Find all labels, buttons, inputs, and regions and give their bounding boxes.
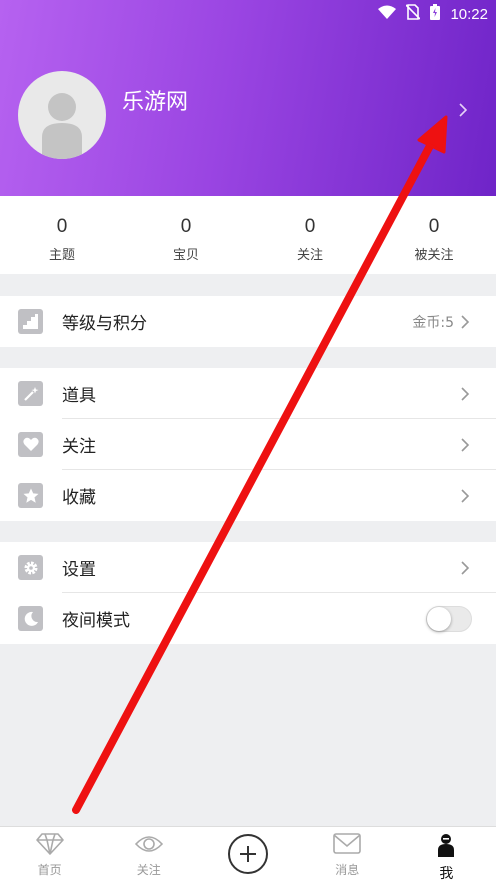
no-sim-icon	[405, 4, 422, 24]
star-icon	[18, 483, 43, 508]
menu-item-label: 收藏	[62, 488, 96, 508]
tab-messages[interactable]: 消息	[298, 827, 397, 881]
coins-value: 金币:5	[412, 314, 454, 331]
level-points-row[interactable]: 等级与积分 金币:5	[0, 296, 496, 347]
person-silhouette-icon	[42, 93, 82, 159]
tab-label: 消息	[335, 863, 360, 877]
username[interactable]: 乐游网	[122, 84, 188, 116]
chevron-right-icon[interactable]	[458, 102, 468, 122]
stat-topics[interactable]: 0 主题	[0, 196, 124, 274]
stat-value: 0	[428, 216, 440, 237]
stat-label: 主题	[48, 248, 75, 263]
menu-item-label: 道具	[62, 386, 96, 406]
battery-icon	[430, 4, 441, 24]
level-points-label: 等级与积分	[62, 314, 147, 334]
settings-group: 设置 夜间模式	[0, 542, 496, 644]
eye-icon	[134, 833, 163, 859]
heart-icon	[18, 432, 43, 457]
diamond-icon	[35, 833, 64, 859]
menu-item-favorites[interactable]: 收藏	[0, 470, 496, 521]
night-mode-toggle[interactable]	[426, 606, 472, 632]
avatar[interactable]	[18, 71, 106, 159]
stats-bar: 0 主题 0 宝贝 0 关注 0 被关注	[0, 196, 496, 274]
stat-label: 宝贝	[172, 248, 199, 263]
tab-post[interactable]	[198, 827, 297, 881]
chevron-right-icon	[460, 314, 470, 334]
moon-icon	[18, 606, 43, 631]
mail-icon	[333, 833, 362, 859]
status-time: 10:22	[450, 5, 488, 23]
tab-follow[interactable]: 关注	[99, 827, 198, 881]
chevron-right-icon	[460, 386, 470, 406]
stat-label: 关注	[296, 248, 323, 263]
bottom-tab-bar: 首页 关注 消息 我	[0, 826, 496, 881]
night-mode-row: 夜间模式	[0, 593, 496, 644]
chevron-right-icon	[460, 437, 470, 457]
tab-home[interactable]: 首页	[0, 827, 99, 881]
level-group: 等级与积分 金币:5	[0, 296, 496, 347]
tab-label: 关注	[136, 863, 161, 877]
menu-item-props[interactable]: 道具	[0, 368, 496, 419]
night-mode-label: 夜间模式	[62, 611, 130, 631]
gear-icon	[18, 555, 43, 580]
stat-items[interactable]: 0 宝贝	[124, 196, 248, 274]
profile-header[interactable]: 10:22 乐游网	[0, 0, 496, 196]
stat-followers[interactable]: 0 被关注	[372, 196, 496, 274]
stat-value: 0	[180, 216, 192, 237]
chevron-right-icon	[460, 560, 470, 580]
stat-value: 0	[304, 216, 316, 237]
stat-value: 0	[56, 216, 68, 237]
menu-item-label: 关注	[62, 437, 96, 457]
wifi-icon	[378, 5, 397, 23]
status-bar: 10:22	[378, 0, 488, 28]
settings-label: 设置	[62, 560, 96, 580]
settings-row[interactable]: 设置	[0, 542, 496, 593]
tab-me[interactable]: 我	[397, 827, 496, 881]
menu-group: 道具 关注 收藏	[0, 368, 496, 521]
magic-wand-icon	[18, 381, 43, 406]
stat-label: 被关注	[414, 248, 454, 263]
tab-label: 首页	[37, 863, 62, 877]
stairs-icon	[18, 309, 43, 334]
toggle-knob	[427, 607, 451, 631]
stat-following[interactable]: 0 关注	[248, 196, 372, 274]
plus-icon	[228, 834, 268, 874]
menu-item-follow[interactable]: 关注	[0, 419, 496, 470]
person-icon	[436, 833, 456, 861]
tab-label: 我	[439, 866, 454, 881]
chevron-right-icon	[460, 488, 470, 508]
